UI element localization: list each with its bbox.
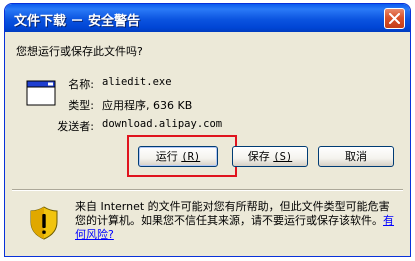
run-button-label: 运行	[155, 150, 178, 163]
close-icon	[389, 13, 400, 24]
title-bar[interactable]: 文件下载 － 安全警告	[5, 4, 410, 32]
question-text: 您想运行或保存此文件吗?	[16, 45, 143, 58]
file-sender-value: download.alipay.com	[102, 118, 223, 130]
save-button-label: 保存	[247, 150, 270, 163]
save-button-mnemonic: (S)	[273, 151, 293, 163]
file-name-label: 名称:	[68, 78, 94, 91]
security-warning: 来自 Internet 的文件可能对您有所帮助，但此文件类型可能危害您的计算机。…	[75, 200, 400, 242]
close-button[interactable]	[384, 8, 405, 29]
cancel-button[interactable]: 取消	[318, 146, 394, 167]
run-button-mnemonic: (R)	[181, 151, 201, 163]
run-button[interactable]: 运行 (R)	[138, 146, 218, 167]
file-name-value: aliedit.exe	[102, 76, 172, 88]
file-sender-label: 发送者:	[57, 120, 94, 133]
dialog-body: 您想运行或保存此文件吗? 名称: aliedit.exe 类型: 应用程序, 6…	[8, 32, 407, 253]
warning-text: 来自 Internet 的文件可能对您有所帮助，但此文件类型可能危害您的计算机。…	[75, 200, 390, 227]
divider-highlight	[12, 190, 403, 191]
file-download-dialog: 文件下载 － 安全警告 您想运行或保存此文件吗? 名称: aliedit.exe…	[4, 3, 411, 257]
file-type-value: 应用程序, 636 KB	[102, 99, 193, 112]
file-type-label: 类型:	[68, 99, 94, 112]
window-title: 文件下载 － 安全警告	[14, 14, 141, 29]
security-shield-icon	[30, 206, 58, 240]
save-button[interactable]: 保存 (S)	[232, 146, 308, 167]
